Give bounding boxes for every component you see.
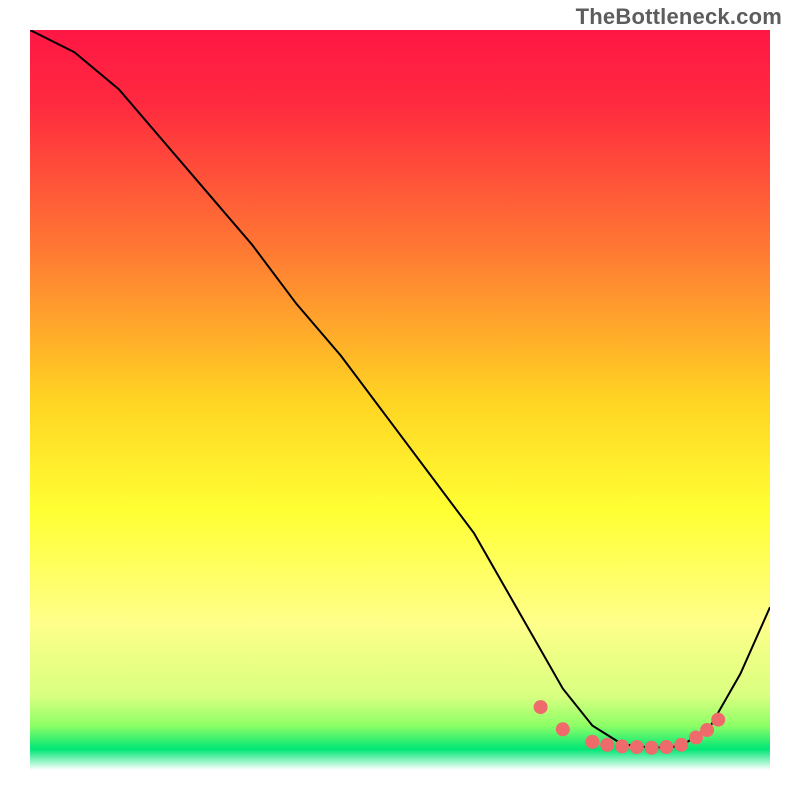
- scatter-dot: [534, 700, 548, 714]
- scatter-dot: [674, 738, 688, 752]
- plot-area: [30, 30, 770, 770]
- scatter-dot: [600, 738, 614, 752]
- scatter-dot: [659, 740, 673, 754]
- plot-svg: [30, 30, 770, 770]
- scatter-dot: [711, 713, 725, 727]
- scatter-dot: [585, 735, 599, 749]
- scatter-dot: [630, 740, 644, 754]
- scatter-dot: [645, 741, 659, 755]
- chart-frame: TheBottleneck.com: [0, 0, 800, 800]
- gradient-background: [30, 30, 770, 770]
- watermark-text: TheBottleneck.com: [576, 4, 782, 30]
- scatter-dot: [615, 739, 629, 753]
- scatter-dot: [556, 722, 570, 736]
- scatter-dot: [700, 723, 714, 737]
